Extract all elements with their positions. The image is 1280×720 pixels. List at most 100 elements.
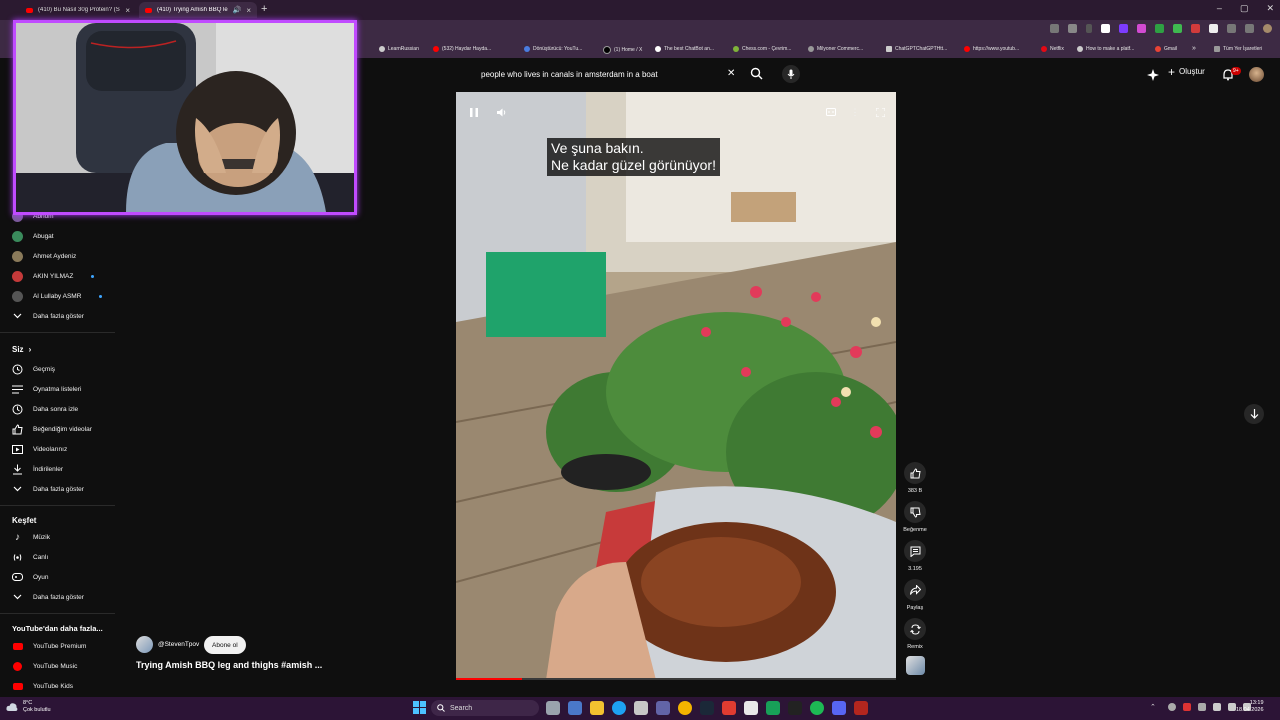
volume-icon[interactable]: [1228, 703, 1236, 711]
dislike-button[interactable]: [904, 501, 926, 523]
remix-button[interactable]: [904, 618, 926, 640]
app-icon[interactable]: [832, 701, 846, 715]
more-options-button[interactable]: ⋮: [848, 105, 862, 119]
sidebar-item-music[interactable]: ♪ Müzik: [12, 529, 50, 545]
tray-icon[interactable]: [1183, 703, 1191, 711]
tray-overflow-icon[interactable]: ⌃: [1150, 703, 1156, 711]
bookmark-item[interactable]: The best ChatBot an...: [655, 46, 714, 52]
bookmark-item[interactable]: Gmail: [1155, 46, 1177, 52]
sidebar-item-youtube-music[interactable]: YouTube Music: [12, 658, 77, 674]
sidebar-item-liked-videos[interactable]: Beğendiğim videolar: [12, 421, 92, 437]
pause-button[interactable]: [467, 105, 481, 119]
sidebar-item-live[interactable]: Canlı: [12, 549, 48, 565]
tray-icon[interactable]: [1198, 703, 1206, 711]
profile-avatar[interactable]: [1263, 24, 1272, 33]
cast-icon[interactable]: [1050, 24, 1059, 33]
weather-widget[interactable]: 8°C Çok bulutlu: [6, 700, 51, 713]
you-section-heading[interactable]: Siz ›: [12, 345, 31, 354]
subscription-item[interactable]: Abugat: [12, 228, 54, 244]
taskbar-clock[interactable]: 13:19 18.04.2026: [1236, 700, 1264, 714]
subscription-item[interactable]: Al Lullaby ASMR: [12, 288, 103, 304]
tray-icon[interactable]: [1168, 703, 1176, 711]
file-explorer-icon[interactable]: [590, 701, 604, 715]
bookmark-item[interactable]: Dönüştürücü: YouTu...: [524, 46, 582, 52]
bookmark-item[interactable]: LearnRussian: [379, 46, 419, 52]
widgets-icon[interactable]: [568, 701, 582, 715]
bookmark-item[interactable]: Chess.com - Çevrim...: [733, 46, 791, 52]
gemini-icon[interactable]: [1147, 68, 1159, 86]
minimize-icon[interactable]: –: [1217, 3, 1222, 14]
store-icon[interactable]: [634, 701, 648, 715]
extension-icon[interactable]: [1191, 24, 1200, 33]
task-view-icon[interactable]: [546, 701, 560, 715]
spotify-icon[interactable]: [810, 701, 824, 715]
extension-icon[interactable]: [1137, 24, 1146, 33]
sidebar-item-youtube-premium[interactable]: YouTube Premium: [12, 638, 86, 654]
chrome-icon[interactable]: [678, 701, 692, 715]
share-button[interactable]: [904, 579, 926, 601]
close-tab-icon[interactable]: ×: [246, 6, 251, 15]
maximize-icon[interactable]: ▢: [1240, 3, 1249, 14]
sidebar-item-youtube-kids[interactable]: YouTube Kids: [12, 678, 73, 694]
download-icon[interactable]: [1245, 24, 1254, 33]
bookmark-item[interactable]: https://www.youtub...: [964, 46, 1019, 52]
subscription-item[interactable]: AKIN YILMAZ: [12, 268, 95, 284]
bookmark-item[interactable]: ChatGPTChatGPTHtt...: [886, 46, 947, 52]
app-icon[interactable]: [854, 701, 868, 715]
app-icon[interactable]: [722, 701, 736, 715]
bookmark-item[interactable]: How to make a platf...: [1077, 46, 1134, 52]
bookmark-item[interactable]: Netflix: [1041, 46, 1064, 52]
steam-icon[interactable]: [700, 701, 714, 715]
close-window-icon[interactable]: ✕: [1266, 3, 1274, 14]
search-button[interactable]: [750, 67, 763, 85]
network-icon[interactable]: [1213, 703, 1221, 711]
bookmark-item[interactable]: (532) Haydar Hayda...: [433, 46, 491, 52]
channel-avatar[interactable]: [136, 636, 153, 653]
speaker-icon[interactable]: 🔊: [233, 6, 242, 14]
sidebar-item-your-videos[interactable]: Videolarınız: [12, 441, 67, 457]
close-tab-icon[interactable]: ×: [125, 6, 130, 15]
captions-button[interactable]: [824, 105, 838, 119]
extension-icon[interactable]: [1209, 24, 1218, 33]
extension-icon[interactable]: [1119, 24, 1128, 33]
star-icon[interactable]: [1068, 24, 1077, 33]
like-button[interactable]: [904, 462, 926, 484]
clear-search-icon[interactable]: ✕: [727, 68, 735, 79]
start-button[interactable]: [413, 701, 426, 719]
sidebar-item-downloads[interactable]: İndirilenler: [12, 461, 63, 477]
sidebar-item-gaming[interactable]: Oyun: [12, 569, 49, 585]
edge-browser-icon[interactable]: [612, 701, 626, 715]
extension-icon[interactable]: [1155, 24, 1164, 33]
comments-button[interactable]: [904, 540, 926, 562]
sound-thumbnail[interactable]: [906, 656, 925, 675]
taskbar-search[interactable]: Search: [431, 700, 539, 716]
extension-icon[interactable]: [1173, 24, 1182, 33]
show-more-button[interactable]: Daha fazla göster: [12, 589, 84, 605]
volume-button[interactable]: [494, 105, 508, 119]
video-title[interactable]: Trying Amish BBQ leg and thighs #amish .…: [136, 660, 322, 670]
progress-track[interactable]: [456, 678, 896, 680]
account-avatar[interactable]: [1249, 67, 1264, 82]
show-more-button[interactable]: Daha fazla göster: [12, 308, 84, 324]
app-icon[interactable]: [744, 701, 758, 715]
sidebar-item-watch-later[interactable]: Daha sonra izle: [12, 401, 78, 417]
show-more-button[interactable]: Daha fazla göster: [12, 481, 84, 497]
fullscreen-button[interactable]: [873, 105, 887, 119]
bookmark-item[interactable]: (1) Home / X: [603, 46, 642, 54]
browser-tab-active[interactable]: (410) Trying Amish BBQ leg... 🔊 ×: [139, 2, 257, 18]
shorts-video-player[interactable]: [456, 92, 896, 680]
browser-tab[interactable]: (410) Bu Nasıl 30g Protein? (Sa... ×: [20, 2, 136, 18]
search-input[interactable]: [471, 69, 711, 79]
subscription-item[interactable]: Ahmet Aydeniz: [12, 248, 76, 264]
subscribe-button[interactable]: Abone ol: [204, 636, 246, 654]
create-button[interactable]: + Oluştur: [1168, 66, 1205, 78]
bookmark-item[interactable]: Milyoner Commerc...: [808, 46, 863, 52]
sidebar-item-playlists[interactable]: Oynatma listeleri: [12, 381, 81, 397]
channel-name[interactable]: @StevenTpov: [158, 641, 199, 648]
bookmarks-overflow-button[interactable]: »: [1192, 45, 1196, 52]
new-tab-button[interactable]: +: [261, 3, 267, 15]
voice-search-button[interactable]: [782, 65, 800, 83]
extension-icon[interactable]: [1101, 24, 1110, 33]
app-icon[interactable]: [766, 701, 780, 715]
sidebar-item-history[interactable]: Geçmiş: [12, 361, 55, 377]
